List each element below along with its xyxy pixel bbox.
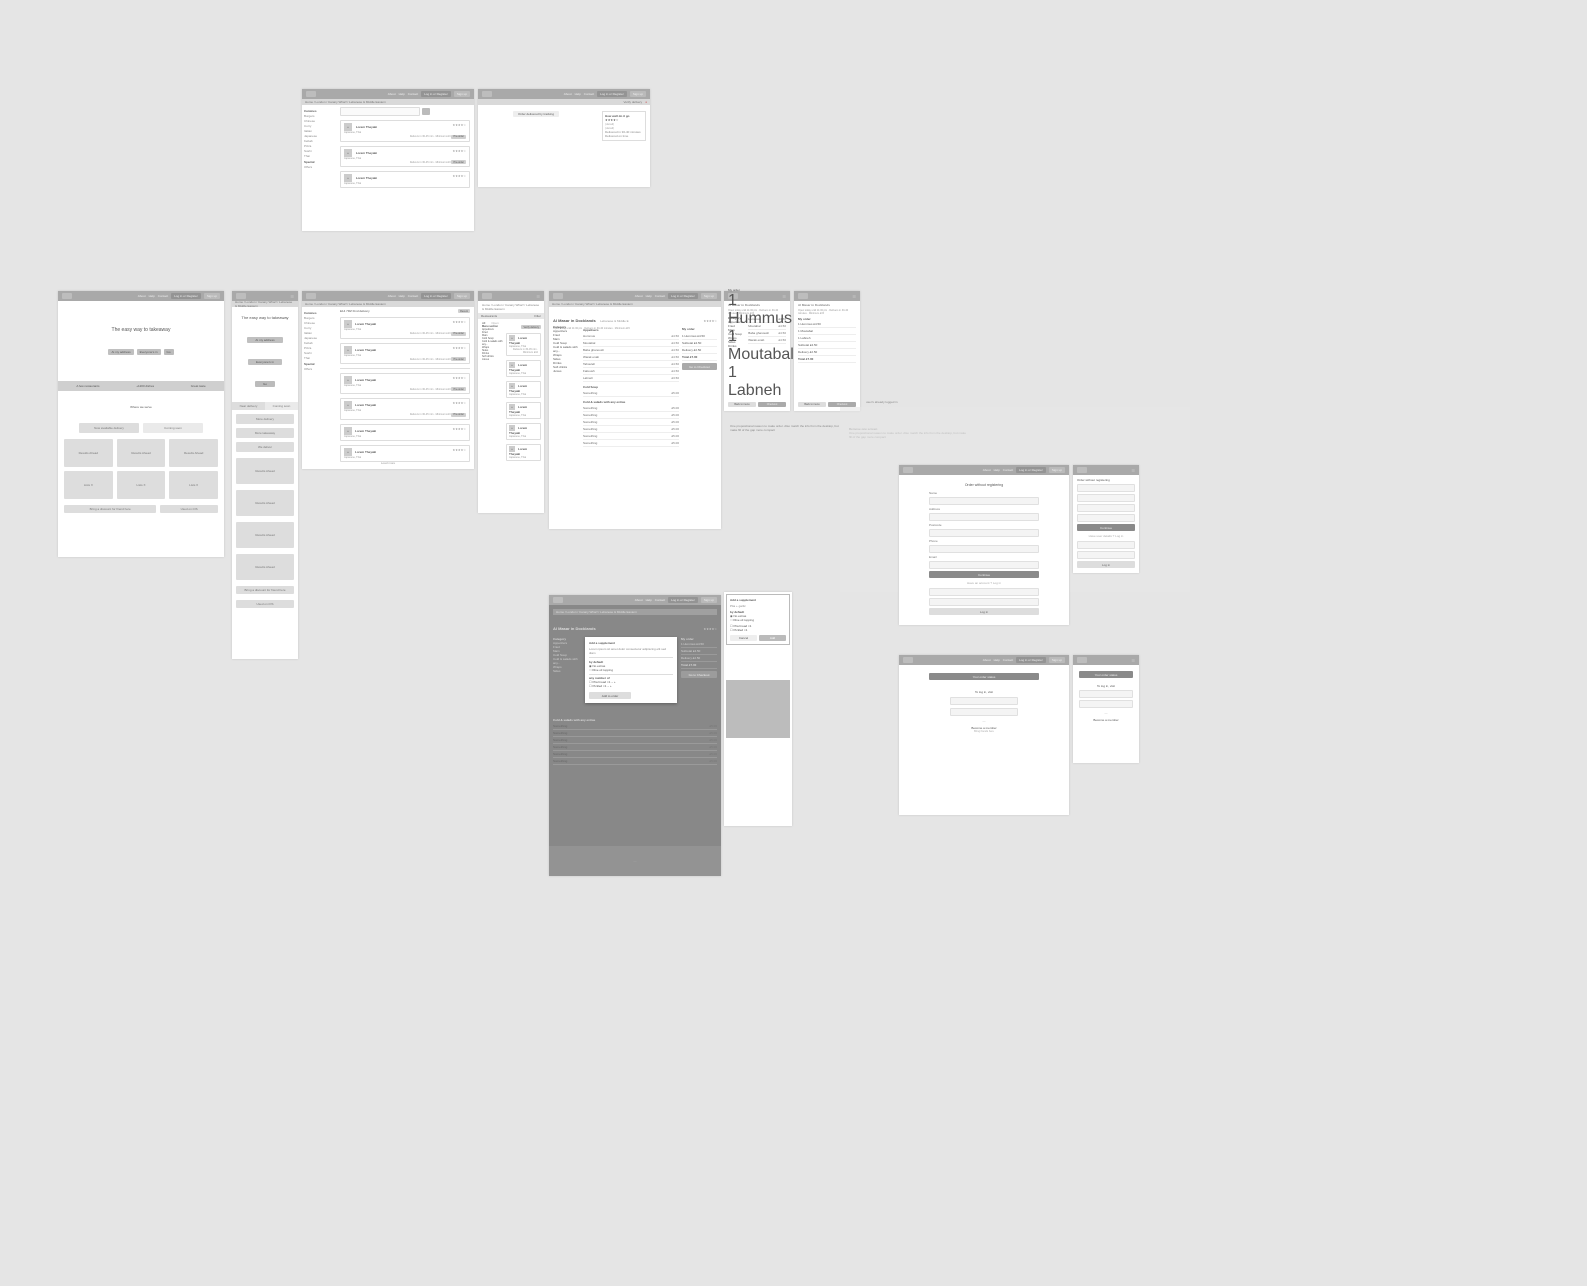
logo <box>306 91 316 97</box>
add-btn[interactable]: Add <box>759 635 786 641</box>
rating-stars: ★★★★☆ <box>453 123 466 127</box>
tab-now[interactable]: Now available delivery <box>79 423 139 433</box>
category-sidebar: Category AppetizersFriedMainCold SoupCol… <box>553 325 579 373</box>
phone-input[interactable] <box>929 545 1039 553</box>
frame-confirm-desktop: AboutHelpContactLog in or RegisterSign u… <box>899 655 1069 815</box>
thumbnail-icon: ▲ <box>344 149 352 157</box>
postcode-input[interactable] <box>929 529 1039 537</box>
address-input[interactable] <box>929 513 1039 521</box>
tab-soon[interactable]: Coming soon <box>143 423 203 433</box>
area-card[interactable]: Results Ahead <box>64 439 113 467</box>
everyone-btn[interactable]: Everyone's in <box>137 349 161 355</box>
add-to-order-btn[interactable]: Add to order <box>589 692 631 699</box>
hero-heading: The easy way to takeaway <box>58 327 224 333</box>
restaurant-row[interactable]: ▲ Lorem Theyaki ★★★★☆ Japanese, Thai Del… <box>340 120 470 142</box>
status-bar: Your order status <box>929 673 1039 680</box>
results: ▲ Lorem Theyaki ★★★★☆ Japanese, Thai Del… <box>340 107 470 192</box>
frame-list-mobile: ☰ Home / London / Canary Wharf / Lebanes… <box>478 291 544 513</box>
header: About Help Contact Log in or Register Si… <box>302 89 474 99</box>
supplement-modal-mobile: Add a supplement Pita + garlic by defaul… <box>726 594 790 645</box>
search-button[interactable] <box>422 108 430 115</box>
cart-panel: My order 1 Hummus £4.50 Subtotal £4.50 D… <box>682 325 717 370</box>
restaurant-row[interactable]: ▲ Lorem Theyaki ★★★★☆ Japanese, Thai Del… <box>340 146 470 168</box>
breadcrumb: Home / London / Canary Wharf / Lebanese … <box>305 100 386 104</box>
frame-cart-mobile: ☰ Al Masar in Docklands Open today until… <box>794 291 860 411</box>
restaurant-row[interactable]: ▲ Lorem Theyaki ★★★★☆ Japanese, Thai <box>340 171 470 188</box>
frame-confirm-mobile: ☰ Your order status To log in, visit — B… <box>1073 655 1139 763</box>
menu-icon[interactable]: ☰ <box>852 294 856 299</box>
search-input[interactable] <box>340 107 420 116</box>
frame-menu-mobile: ☰ Al Masar in Docklands Open today until… <box>724 291 790 411</box>
menu-icon[interactable]: ☰ <box>1131 658 1135 663</box>
frame-list-desktop-top: About Help Contact Log in or Register Si… <box>302 89 474 231</box>
frame-checkout-desktop: AboutHelpContactLog in or RegisterSign u… <box>899 465 1069 625</box>
partner-pill[interactable]: Sign up <box>454 91 470 97</box>
cancel-btn[interactable]: Cancel <box>730 635 757 641</box>
stepper[interactable]: − + <box>607 684 611 688</box>
frame-menu-desktop: AboutHelpContactLog in or RegisterSign u… <box>549 291 721 529</box>
rating-stars: ★★★★☆ <box>453 149 466 153</box>
frame-rating-desktop: About Help Contact Log in or Register Si… <box>478 89 650 187</box>
menu-icon[interactable]: ☰ <box>1131 468 1135 473</box>
login-btn[interactable]: Log in <box>929 608 1039 615</box>
load-more[interactable]: Load more <box>302 461 474 465</box>
rating-panel: How well do it go ★★★★☆ (detail) (detail… <box>602 111 646 141</box>
preorder-chip[interactable]: Pre-order <box>451 135 466 139</box>
thumbnail-icon: ▲ <box>344 174 352 182</box>
restaurant-name: Al Masar in Docklands <box>553 318 596 323</box>
tracking-chip: Order delivered by tracking <box>513 111 559 117</box>
login-email-input[interactable] <box>929 588 1039 596</box>
rating-stars: ★★★★☆ <box>453 174 466 178</box>
header: About Help Contact Log in or Register Si… <box>478 89 650 99</box>
frame-checkout-mobile: ☰ Order without registering Continue Hav… <box>1073 465 1139 573</box>
frame-popup-mobile: Add a supplement Pita + garlic by defaul… <box>724 592 792 826</box>
breadcrumb-bar: Home / London / Canary Wharf / Lebanese … <box>302 99 474 105</box>
frame-popup-desktop: AboutHelpContactLog in or RegisterSign u… <box>549 595 721 876</box>
continue-btn[interactable]: Continue <box>929 571 1039 578</box>
annotation: user's already logged in <box>866 400 898 404</box>
menu-icon[interactable]: ☰ <box>290 294 294 299</box>
go-btn[interactable]: Go <box>164 349 174 355</box>
login-password-input[interactable] <box>929 598 1039 606</box>
frame-home-mobile: ☰ Home / London / Canary Wharf / Lebanes… <box>232 291 298 659</box>
grey-placeholder <box>726 680 790 738</box>
email-input[interactable] <box>929 561 1039 569</box>
login-pill[interactable]: Log in or Register <box>421 91 451 97</box>
sidebar: Cuisines Burgers Chinese Curry Italian J… <box>304 107 334 170</box>
frame-list-desktop: AboutHelpContact Log in or RegisterSign … <box>302 291 474 469</box>
frame-home-desktop: About Help Contact Log in or Register Si… <box>58 291 224 557</box>
menu-icon[interactable]: ☰ <box>536 294 540 299</box>
supplement-modal: Add a supplement Lorem ipsum sit amet do… <box>585 637 677 703</box>
checkout-btn[interactable]: Go to Checkout <box>682 363 717 370</box>
thumbnail-icon: ▲ <box>344 123 352 131</box>
name-input[interactable] <box>929 497 1039 505</box>
address-btn[interactable]: At my address <box>108 349 133 355</box>
